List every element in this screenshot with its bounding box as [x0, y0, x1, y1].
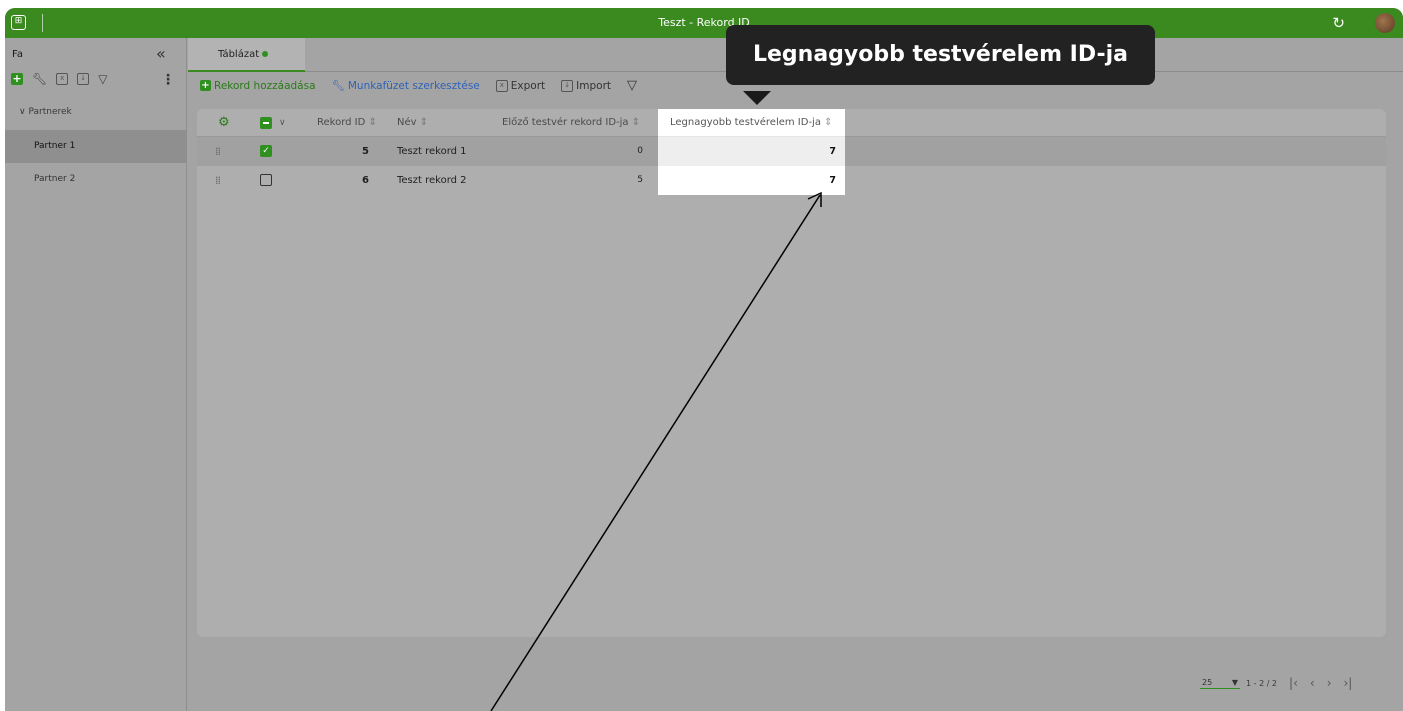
cell-name: Teszt rekord 2 [397, 175, 467, 186]
sidebar-title: Fa [12, 49, 23, 60]
add-icon[interactable]: + [11, 73, 23, 85]
column-header-max-sibling[interactable]: Legnagyobb testvérelem ID-ja ⇕ [658, 109, 845, 137]
column-label: Rekord ID [317, 117, 366, 128]
cell-prev-sibling: 0 [637, 146, 643, 156]
column-header-name[interactable]: Név ⇕ [397, 109, 428, 137]
cell-prev-sibling: 5 [637, 175, 643, 185]
cell-record-id: 6 [362, 175, 369, 186]
first-page-icon[interactable]: |‹ [1289, 676, 1298, 690]
edit-workbook-label: Munkafüzet szerkesztése [347, 79, 480, 92]
row-checkbox[interactable] [260, 174, 272, 186]
drag-handle-icon[interactable]: ⁞⁞ [215, 137, 221, 166]
pagination: 25 ▼ 1 - 2 / 2 |‹ ‹ › ›| [1200, 676, 1352, 690]
cell-value: 7 [829, 146, 836, 157]
column-header-prev-sibling[interactable]: Előző testvér rekord ID-ja ⇕ [502, 109, 640, 137]
add-record-button[interactable]: + Rekord hozzáadása [200, 80, 316, 92]
import-icon: ↓ [561, 79, 574, 92]
dropdown-arrow-icon: ▼ [1231, 677, 1238, 687]
import-icon[interactable]: ↓ [77, 73, 90, 85]
filter-icon[interactable]: ▽ [98, 72, 107, 86]
tree-group-partnerek[interactable]: ∨ Partnerek [19, 107, 72, 117]
cell-max-sibling-row-1: 7 [658, 137, 845, 166]
import-button[interactable]: ↓ Import [561, 79, 612, 92]
chevron-down-icon: ∨ [19, 107, 26, 117]
cell-max-sibling-row-2: 7 [658, 166, 845, 195]
cell-name: Teszt rekord 1 [397, 146, 467, 157]
column-label: Név [397, 117, 417, 128]
sidebar-toolbar: + 🔧︎ x ↓ ▽ [11, 72, 107, 86]
column-label: Legnagyobb testvérelem ID-ja [670, 117, 821, 128]
row-checkbox[interactable]: ✓ [260, 145, 272, 157]
title-bar: ⊞ Teszt - Rekord ID ↻ [5, 8, 1403, 38]
import-label: Import [576, 79, 612, 92]
tree-group-label: Partnerek [28, 107, 72, 117]
column-header-record-id[interactable]: Rekord ID ⇕ [317, 109, 377, 137]
window-title: Teszt - Rekord ID [658, 16, 750, 29]
wrench-icon: 🔧︎ [331, 80, 345, 92]
sort-icon: ⇕ [365, 117, 377, 128]
collapse-sidebar-icon[interactable]: « [156, 44, 166, 63]
tree-item-partner-1[interactable]: Partner 1 [5, 130, 186, 163]
highlighted-column-max-sibling: Legnagyobb testvérelem ID-ja ⇕ 7 7 [658, 109, 845, 195]
page-range: 1 - 2 / 2 [1246, 678, 1278, 688]
avatar[interactable] [1375, 13, 1395, 33]
table-toolbar: + Rekord hozzáadása 🔧︎ Munkafüzet szerke… [200, 78, 653, 93]
sort-icon: ⇕ [628, 117, 641, 128]
sort-icon: ⇕ [820, 117, 833, 128]
add-record-label: Rekord hozzáadása [214, 79, 316, 92]
tab-label: Táblázat [218, 49, 260, 60]
more-icon[interactable]: ⋮ [161, 72, 175, 88]
tab-tablazat[interactable]: Táblázat [188, 38, 305, 72]
refresh-icon[interactable]: ↻ [1332, 14, 1345, 32]
next-page-icon[interactable]: › [1327, 676, 1332, 690]
chevron-down-icon[interactable]: ∨ [279, 109, 286, 137]
tree-item-partner-2[interactable]: Partner 2 [5, 163, 186, 196]
select-all-checkbox[interactable] [260, 117, 272, 129]
filter-icon: ▽ [627, 78, 638, 93]
wrench-icon[interactable]: 🔧︎ [32, 72, 47, 86]
cell-record-id: 5 [362, 146, 369, 157]
export-label: Export [510, 79, 546, 92]
tooltip-callout: Legnagyobb testvérelem ID-ja [726, 25, 1155, 85]
page-size-select[interactable]: 25 ▼ [1200, 678, 1240, 689]
export-icon[interactable]: x [56, 73, 69, 85]
sort-icon: ⇕ [416, 117, 429, 128]
export-icon: x [495, 79, 508, 92]
status-dot-icon [262, 51, 269, 57]
filter-button[interactable]: ▽ [627, 78, 637, 93]
add-icon: + [200, 80, 211, 91]
page-size-value: 25 [1202, 677, 1213, 687]
column-settings-icon[interactable]: ⚙ [218, 109, 230, 137]
edit-workbook-button[interactable]: 🔧︎ Munkafüzet szerkesztése [331, 79, 480, 93]
tooltip-arrow [743, 91, 771, 105]
column-label: Előző testvér rekord ID-ja [502, 117, 629, 128]
sidebar: Fa « + 🔧︎ x ↓ ▽ ⋮ ∨ Partnerek Partner 1 … [5, 38, 187, 711]
export-button[interactable]: x Export [495, 79, 546, 92]
drag-handle-icon[interactable]: ⁞⁞ [215, 166, 221, 195]
cell-value: 7 [829, 175, 836, 186]
previous-page-icon[interactable]: ‹ [1310, 676, 1315, 690]
last-page-icon[interactable]: ›| [1344, 676, 1353, 690]
